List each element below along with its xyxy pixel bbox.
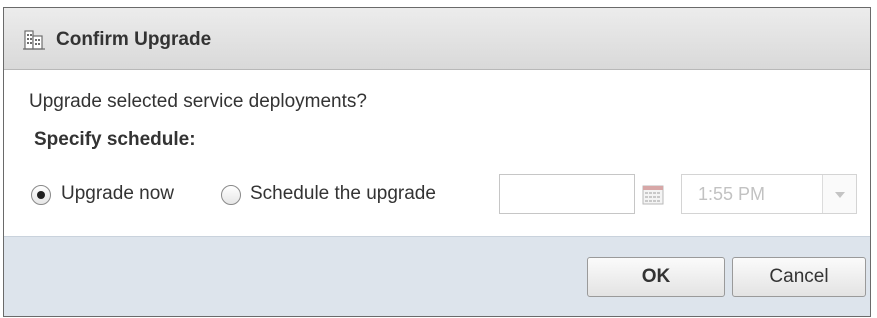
schedule-upgrade-radio[interactable] bbox=[221, 185, 241, 205]
confirm-question: Upgrade selected service deployments? bbox=[29, 91, 367, 112]
dialog-titlebar[interactable]: Confirm Upgrade bbox=[4, 8, 870, 70]
confirm-upgrade-dialog: Confirm Upgrade Upgrade selected service… bbox=[3, 7, 871, 317]
cancel-button[interactable]: Cancel bbox=[732, 257, 866, 297]
upgrade-now-label[interactable]: Upgrade now bbox=[61, 183, 174, 205]
schedule-upgrade-label[interactable]: Schedule the upgrade bbox=[250, 183, 436, 205]
upgrade-now-radio[interactable] bbox=[31, 185, 51, 205]
time-value: 1:55 PM bbox=[698, 184, 766, 204]
calendar-icon[interactable] bbox=[642, 185, 664, 205]
ok-button[interactable]: OK bbox=[587, 257, 725, 297]
schedule-date-input[interactable] bbox=[499, 174, 635, 214]
dialog-title: Confirm Upgrade bbox=[56, 29, 212, 50]
dialog-footer: OK Cancel bbox=[4, 236, 870, 316]
dialog-body: Upgrade selected service deployments? Sp… bbox=[4, 71, 870, 236]
schedule-time-select[interactable]: 1:55 PM bbox=[681, 174, 857, 214]
background-page-text bbox=[0, 0, 877, 7]
chevron-down-icon[interactable] bbox=[822, 175, 856, 213]
schedule-label: Specify schedule: bbox=[34, 129, 196, 150]
building-icon bbox=[22, 28, 46, 52]
